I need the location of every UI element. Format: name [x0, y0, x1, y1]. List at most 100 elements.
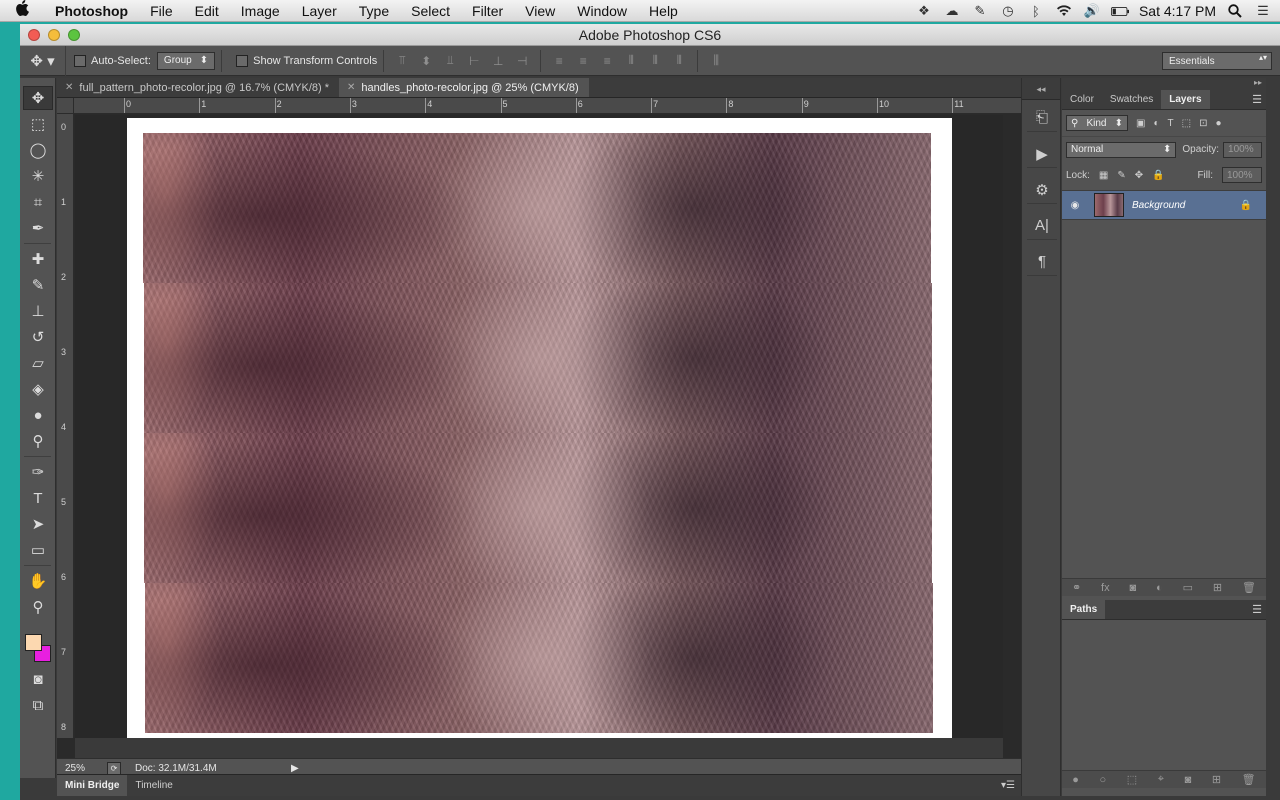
dropbox-icon[interactable]: ❖: [915, 3, 933, 19]
lock-position-icon[interactable]: ✥: [1135, 170, 1143, 181]
adjustment-layer-icon[interactable]: ◐: [1156, 582, 1163, 594]
add-mask-icon[interactable]: ◙: [1130, 582, 1137, 594]
filter-shape-icon[interactable]: ⬚: [1182, 118, 1191, 129]
minimize-window-button[interactable]: [48, 28, 60, 41]
screen-mode-icon[interactable]: ⧉: [23, 693, 53, 717]
layers-panel-menu-icon[interactable]: ☰: [1252, 93, 1262, 106]
distribute-top-icon[interactable]: ≡: [550, 52, 568, 70]
align-top-icon[interactable]: ⫪: [393, 52, 411, 70]
link-layers-icon[interactable]: ⚭: [1072, 581, 1081, 594]
align-right-icon[interactable]: ⊣: [513, 52, 531, 70]
menu-select[interactable]: Select: [400, 3, 461, 19]
eraser-tool-icon[interactable]: ▱: [23, 351, 53, 375]
visibility-eye-icon[interactable]: ◉: [1062, 200, 1088, 211]
horizontal-ruler[interactable]: 0 1 2 3 4 5 6 7 8 9 10 11: [74, 98, 1021, 114]
layer-row-background[interactable]: ◉ Background 🔒: [1062, 190, 1266, 220]
menu-app[interactable]: Photoshop: [44, 3, 139, 19]
fill-field[interactable]: 100%: [1222, 167, 1262, 183]
distribute-left-icon[interactable]: ⫴: [622, 52, 640, 70]
time-machine-icon[interactable]: ◷: [999, 3, 1017, 19]
volume-icon[interactable]: 🔊: [1083, 3, 1101, 19]
distribute-vcenter-icon[interactable]: ≡: [574, 52, 592, 70]
zoom-window-button[interactable]: [68, 28, 80, 41]
wifi-icon[interactable]: [1055, 3, 1073, 19]
history-panel-icon[interactable]: ⎗: [1027, 104, 1057, 132]
clone-stamp-tool-icon[interactable]: ⊥: [23, 299, 53, 323]
notes-icon[interactable]: ✎: [971, 3, 989, 19]
character-panel-icon[interactable]: A|: [1027, 212, 1057, 240]
zoom-tool-icon[interactable]: ⚲: [23, 595, 53, 619]
workspace-switcher[interactable]: Essentials: [1162, 52, 1272, 70]
make-path-icon[interactable]: ⌖: [1158, 773, 1164, 786]
filter-type-icon[interactable]: T: [1168, 118, 1174, 129]
status-menu-arrow-icon[interactable]: ▶: [291, 763, 299, 774]
tab-mini-bridge[interactable]: Mini Bridge: [57, 775, 128, 796]
marquee-tool-icon[interactable]: ⬚: [23, 112, 53, 136]
distribute-right-icon[interactable]: ⫴: [670, 52, 688, 70]
menu-image[interactable]: Image: [230, 3, 291, 19]
vertical-ruler[interactable]: 0 1 2 3 4 5 6 7 8: [57, 114, 74, 738]
auto-align-icon[interactable]: ⫼: [707, 52, 725, 70]
crop-tool-icon[interactable]: ⌗: [23, 190, 53, 214]
spotlight-icon[interactable]: [1226, 3, 1244, 19]
menu-type[interactable]: Type: [348, 3, 400, 19]
history-brush-tool-icon[interactable]: ↺: [23, 325, 53, 349]
align-left-icon[interactable]: ⊢: [465, 52, 483, 70]
distribute-bottom-icon[interactable]: ≡: [598, 52, 616, 70]
blend-mode-dropdown[interactable]: Normal ⬍: [1066, 141, 1177, 158]
lock-all-icon[interactable]: 🔒: [1152, 170, 1164, 181]
paint-bucket-tool-icon[interactable]: ◈: [23, 377, 53, 401]
tab-timeline[interactable]: Timeline: [127, 775, 180, 796]
type-tool-icon[interactable]: T: [23, 486, 53, 510]
canvas[interactable]: [75, 115, 1003, 755]
menu-file[interactable]: File: [139, 3, 184, 19]
actions-panel-icon[interactable]: ▶: [1027, 140, 1057, 168]
menu-edit[interactable]: Edit: [184, 3, 230, 19]
show-transform-checkbox[interactable]: [236, 54, 249, 67]
paths-panel-menu-icon[interactable]: ☰: [1252, 603, 1262, 616]
tab-paths[interactable]: Paths: [1062, 600, 1106, 619]
close-window-button[interactable]: [28, 28, 40, 41]
new-layer-icon[interactable]: ⊞: [1213, 581, 1222, 594]
align-vcenter-icon[interactable]: ⬍: [417, 52, 435, 70]
menu-help[interactable]: Help: [638, 3, 689, 19]
new-path-icon[interactable]: ⊞: [1212, 773, 1221, 786]
filter-smart-object-icon[interactable]: ⊡: [1199, 118, 1207, 129]
load-selection-icon[interactable]: ⬚: [1127, 773, 1137, 786]
add-mask-icon[interactable]: ◙: [1185, 774, 1192, 786]
lasso-tool-icon[interactable]: ◯: [23, 138, 53, 162]
bluetooth-icon[interactable]: ᛒ: [1027, 3, 1045, 19]
brush-tool-icon[interactable]: ✎: [23, 273, 53, 297]
ruler-origin[interactable]: [57, 98, 74, 114]
align-bottom-icon[interactable]: ⫫: [441, 52, 459, 70]
horizontal-scrollbar[interactable]: [75, 738, 1003, 758]
delete-layer-icon[interactable]: 🗑: [1242, 581, 1256, 594]
tab-handles[interactable]: ✕ handles_photo-recolor.jpg @ 25% (CMYK/…: [339, 78, 589, 97]
tab-color[interactable]: Color: [1062, 90, 1102, 109]
layer-name[interactable]: Background: [1132, 200, 1185, 211]
align-hcenter-icon[interactable]: ⊥: [489, 52, 507, 70]
paragraph-panel-icon[interactable]: ¶: [1027, 248, 1057, 276]
foreground-color-swatch[interactable]: [25, 634, 42, 651]
panel-collapse-icon[interactable]: ▸▸: [1062, 78, 1266, 90]
creative-cloud-icon[interactable]: ☁: [943, 3, 961, 19]
stroke-path-icon[interactable]: ○: [1100, 774, 1107, 786]
menu-filter[interactable]: Filter: [461, 3, 514, 19]
notification-center-icon[interactable]: ☰: [1254, 3, 1272, 19]
hand-tool-icon[interactable]: ✋: [23, 569, 53, 593]
eyedropper-tool-icon[interactable]: ✒: [23, 216, 53, 240]
tab-layers[interactable]: Layers: [1161, 90, 1210, 109]
new-group-icon[interactable]: ▭: [1183, 581, 1193, 594]
opacity-field[interactable]: 100%: [1223, 141, 1262, 158]
close-tab-icon[interactable]: ✕: [347, 82, 355, 93]
filter-adjustment-icon[interactable]: ◐: [1153, 118, 1159, 129]
lock-transparent-icon[interactable]: ▦: [1099, 170, 1108, 181]
apple-icon[interactable]: [0, 0, 44, 21]
quick-mask-icon[interactable]: ◙: [23, 667, 53, 691]
pen-tool-icon[interactable]: ✑: [23, 460, 53, 484]
rectangle-tool-icon[interactable]: ▭: [23, 538, 53, 562]
tab-full-pattern[interactable]: ✕ full_pattern_photo-recolor.jpg @ 16.7%…: [57, 78, 339, 97]
healing-brush-tool-icon[interactable]: ✚: [23, 247, 53, 271]
close-tab-icon[interactable]: ✕: [65, 82, 73, 93]
move-tool-preset-icon[interactable]: ✥ ▾: [20, 45, 66, 76]
